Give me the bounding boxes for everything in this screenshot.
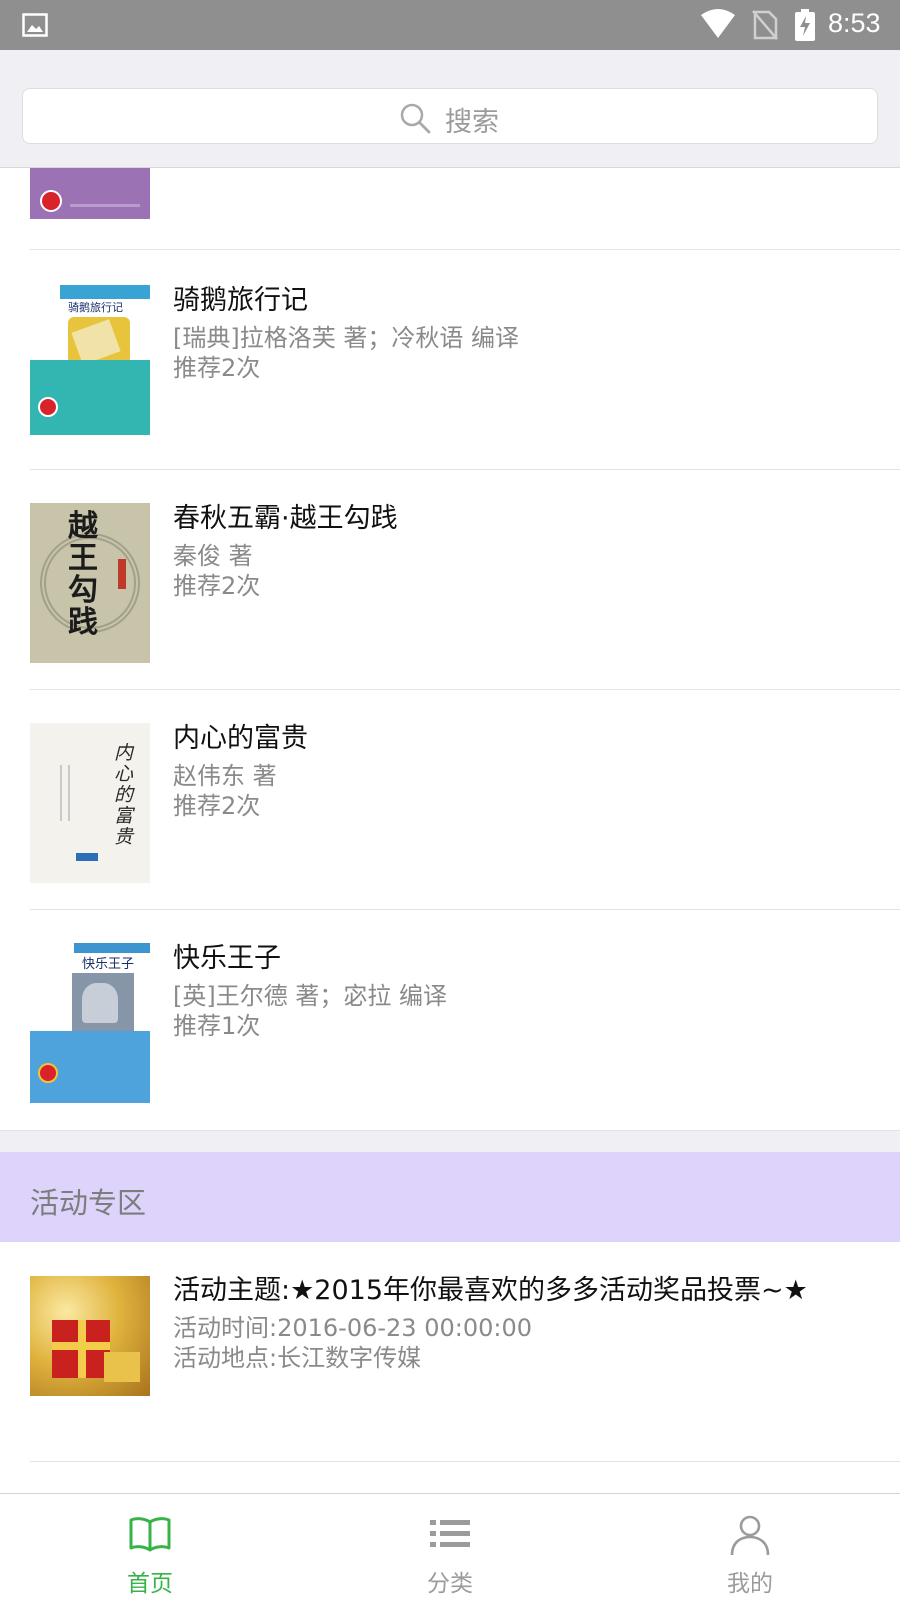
tab-label: 分类 bbox=[427, 1571, 473, 1597]
activity-image bbox=[30, 1276, 150, 1396]
book-cover: 越王勾践 bbox=[30, 503, 150, 663]
search-placeholder: 搜索 bbox=[445, 107, 499, 138]
wifi-icon bbox=[701, 9, 735, 38]
cover-text: 骑鹅旅行记 bbox=[68, 301, 123, 314]
book-item[interactable]: 越王勾践 春秋五霸·越王勾践 秦俊 著 推荐2次 bbox=[0, 470, 900, 690]
battery-charging-icon bbox=[795, 9, 815, 41]
tab-label: 我的 bbox=[727, 1571, 773, 1597]
book-title: 快乐王子 bbox=[173, 943, 281, 974]
book-recommend-count: 推荐2次 bbox=[173, 354, 261, 382]
cover-text: 快乐王子 bbox=[82, 957, 135, 972]
book-item[interactable]: 骑鹅旅行记 骑鹅旅行记 [瑞典]拉格洛芙 著；冷秋语 编译 推荐2次 bbox=[0, 250, 900, 470]
cover-text: 越王勾践 bbox=[68, 509, 98, 640]
book-item[interactable]: 内心的富贵 内心的富贵 赵伟东 著 推荐2次 bbox=[0, 690, 900, 910]
activity-section-header: 活动专区 bbox=[0, 1152, 900, 1242]
tab-mine[interactable]: 我的 bbox=[600, 1494, 900, 1600]
book-cover: 内心的富贵 bbox=[30, 723, 150, 883]
tab-home[interactable]: 首页 bbox=[0, 1494, 300, 1600]
status-bar: 8:53 bbox=[0, 0, 900, 50]
clock-time: 8:53 bbox=[828, 8, 881, 38]
tab-label: 首页 bbox=[127, 1571, 173, 1597]
book-cover: 骑鹅旅行记 bbox=[30, 285, 150, 435]
book-title: 内心的富贵 bbox=[173, 723, 308, 754]
home-content[interactable]: 骑鹅旅行记 骑鹅旅行记 [瑞典]拉格洛芙 著；冷秋语 编译 推荐2次 越王勾践 … bbox=[0, 168, 900, 1493]
activity-place: 活动地点:长江数字传媒 bbox=[173, 1344, 422, 1372]
book-open-icon bbox=[129, 1517, 171, 1552]
bottom-tab-bar: 首页 分类 我的 bbox=[0, 1493, 900, 1600]
book-title: 春秋五霸·越王勾践 bbox=[173, 503, 398, 534]
tab-category[interactable]: 分类 bbox=[300, 1494, 600, 1600]
book-recommend-count: 推荐1次 bbox=[173, 1012, 261, 1040]
book-title: 骑鹅旅行记 bbox=[173, 285, 308, 316]
activity-theme: 活动主题:★2015年你最喜欢的多多活动奖品投票~★ bbox=[173, 1275, 808, 1306]
person-icon bbox=[730, 1515, 770, 1556]
book-recommend-count: 推荐2次 bbox=[173, 792, 261, 820]
image-notification-icon bbox=[22, 13, 48, 37]
book-cover: 快乐王子 bbox=[30, 943, 150, 1103]
activity-section-title: 活动专区 bbox=[30, 1186, 147, 1220]
book-recommend-count: 推荐2次 bbox=[173, 572, 261, 600]
search-icon bbox=[400, 103, 431, 134]
book-item[interactable]: 快乐王子 快乐王子 [英]王尔德 著；宓拉 编译 推荐1次 bbox=[0, 910, 900, 1130]
section-separator bbox=[0, 1130, 900, 1152]
search-bar[interactable]: 搜索 bbox=[22, 88, 878, 144]
no-sim-icon bbox=[752, 10, 778, 40]
list-divider bbox=[30, 1461, 900, 1462]
book-cover-partial bbox=[30, 168, 150, 219]
cover-text: 内心的富贵 bbox=[114, 742, 134, 848]
search-header: 搜索 bbox=[0, 50, 900, 168]
list-icon bbox=[430, 1520, 470, 1547]
activity-item[interactable]: 活动主题:★2015年你最喜欢的多多活动奖品投票~★ 活动时间:2016-06-… bbox=[0, 1242, 900, 1462]
